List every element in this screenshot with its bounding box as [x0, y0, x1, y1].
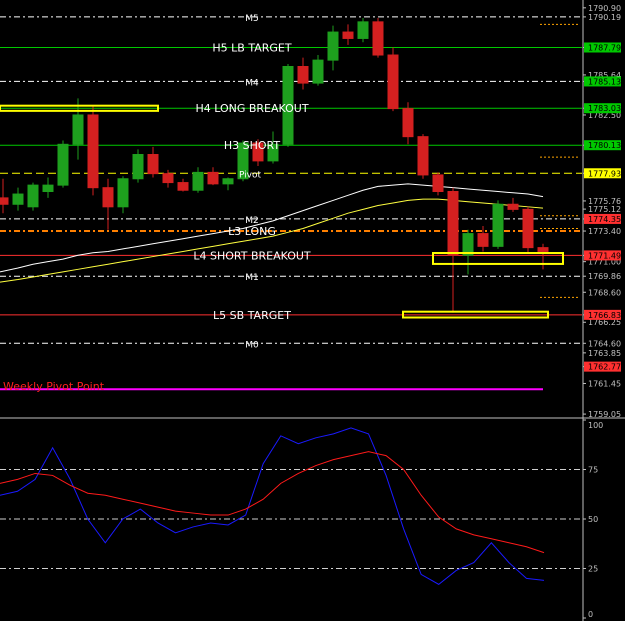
candle-body	[492, 203, 504, 247]
candle-body	[222, 178, 234, 185]
oscillator-series-line	[0, 451, 545, 554]
price-tick-label: 1761.45	[588, 379, 621, 388]
level-label: L4 SHORT BREAKOUT	[193, 249, 311, 262]
candle-body	[537, 247, 549, 252]
trading-chart-window: M5 H5 LB TARGET M4 H4 LONG BREAKOUT H3 SHORT…	[0, 0, 625, 621]
price-badge-label: 1766.83	[588, 311, 621, 320]
candle-body	[42, 184, 54, 193]
price-and-oscillator-chart: M5 H5 LB TARGET M4 H4 LONG BREAKOUT H3 SHORT…	[0, 0, 625, 621]
candle-body	[192, 171, 204, 191]
candle-body	[327, 31, 339, 61]
price-badge-label: 1787.79	[588, 43, 621, 52]
candle-body	[132, 154, 144, 180]
price-tick-label: 1763.85	[588, 349, 621, 358]
level-label: M4	[245, 78, 259, 88]
zone-boxes-layer	[0, 104, 564, 319]
candle-body	[0, 197, 9, 205]
price-tick-label: 1759.05	[588, 410, 621, 419]
oscillator-tick-label: 100	[588, 421, 603, 430]
candle-body	[207, 171, 219, 185]
price-tick-label: 1764.60	[588, 339, 621, 348]
price-tick-label: 1790.90	[588, 4, 621, 13]
price-tick-label: 1768.60	[588, 288, 621, 297]
level-label: H5 LB TARGET	[212, 41, 291, 54]
candle-body	[447, 191, 459, 256]
oscillator-tick-label: 25	[588, 565, 598, 574]
candle-body	[522, 208, 534, 249]
candle-body	[87, 114, 99, 189]
level-label: L5 SB TARGET	[213, 309, 291, 322]
candle-body	[117, 178, 129, 208]
oscillator-tick-label: 50	[588, 515, 598, 524]
candle-body	[57, 143, 69, 186]
candle-body	[312, 59, 324, 84]
price-badge-label: 1785.13	[588, 77, 621, 86]
candle-body	[417, 136, 429, 176]
candle-body	[342, 31, 354, 39]
level-label: M5	[245, 14, 259, 24]
candle-body	[297, 66, 309, 84]
candle-body	[357, 21, 369, 39]
candle-body	[432, 174, 444, 193]
level-label: Pivot	[239, 170, 262, 180]
candle-body	[102, 187, 114, 208]
price-badge-label: 1762.77	[588, 363, 621, 372]
oscillator-series-line	[0, 427, 545, 585]
oscillator-panel: 100 75 50 25 0	[0, 419, 603, 619]
level-labels-layer: M5 H5 LB TARGET M4 H4 LONG BREAKOUT H3 SHORT…	[3, 14, 311, 393]
price-badge-label: 1780.13	[588, 141, 621, 150]
oscillator-tick-label: 0	[588, 610, 593, 619]
candle-body	[507, 203, 519, 210]
level-label: M0	[245, 340, 259, 350]
price-badge-label: 1783.03	[588, 104, 621, 113]
level-label: L3 LONG	[228, 225, 276, 238]
level-label: H3 SHORT	[224, 139, 281, 152]
price-badge-label: 1774.35	[588, 215, 621, 224]
moving-average-line	[0, 198, 544, 283]
level-label: M1	[245, 273, 259, 283]
candle-body	[177, 182, 189, 191]
candle-body	[387, 54, 399, 110]
candle-body	[477, 233, 489, 247]
price-tick-label: 1790.19	[588, 13, 621, 22]
candle-body	[147, 154, 159, 175]
candle-body	[27, 184, 39, 208]
oscillator-tick-label: 75	[588, 466, 598, 475]
price-tick-label: 1769.86	[588, 272, 621, 281]
candle-body	[162, 173, 174, 184]
candle-body	[402, 108, 414, 138]
price-badge-label: 1777.93	[588, 169, 621, 178]
candle-body	[12, 193, 24, 205]
level-label: Weekly Pivot Point	[3, 380, 105, 393]
candle-body	[372, 21, 384, 56]
price-badge-label: 1771.49	[588, 251, 621, 260]
level-label: H4 LONG BREAKOUT	[195, 102, 308, 115]
price-tick-label: 1773.40	[588, 227, 621, 236]
candle-body	[72, 114, 84, 145]
price-tick-label: 1775.12	[588, 205, 621, 214]
